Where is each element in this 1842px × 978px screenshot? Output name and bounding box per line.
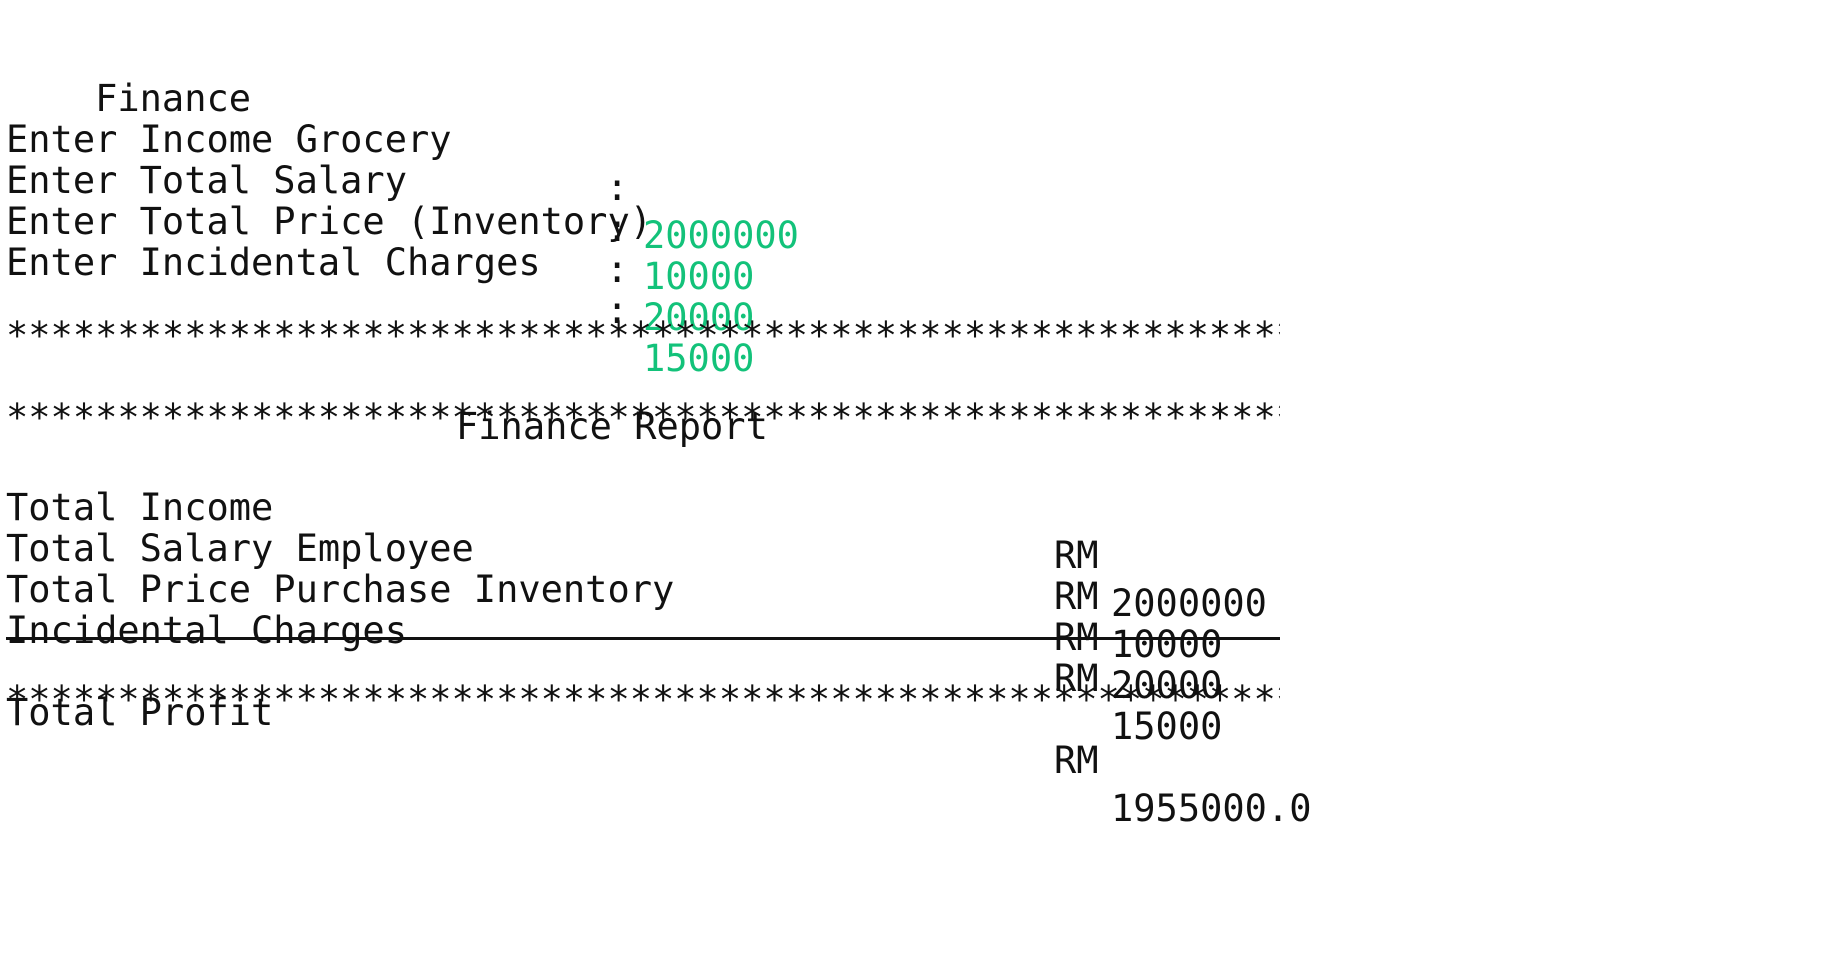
report-border-top: ****************************************… [6, 314, 1280, 357]
total-currency: RM [1054, 739, 1099, 782]
report-border-bottom: ****************************************… [6, 678, 1280, 721]
total-amount: 1955000.0 [1111, 787, 1312, 830]
report-row-incidental: Incidental Charges RM 15000 [6, 559, 1842, 748]
total-divider [6, 637, 1280, 640]
input-row-incidental: Enter Incidental Charges : 15000 [6, 191, 1842, 380]
console-output: Finance Enter Income Grocery : 2000000 E… [6, 0, 1842, 978]
report-border-header: ****************************************… [6, 396, 1280, 439]
input-label: Enter Incidental Charges [6, 241, 541, 284]
